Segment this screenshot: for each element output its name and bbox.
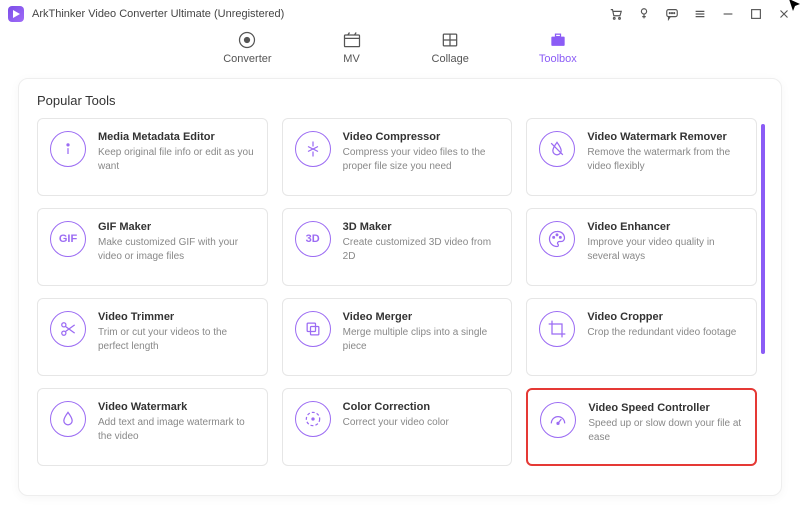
window-controls [608,6,792,22]
maximize-icon[interactable] [748,6,764,22]
gauge-icon [540,402,576,438]
tool-desc: Speed up or slow down your file at ease [588,417,743,444]
minimize-icon[interactable] [720,6,736,22]
tab-label: Toolbox [539,53,577,65]
tool-title: 3D Maker [343,221,500,233]
3d-icon: 3D [295,221,331,257]
color-wheel-icon [295,401,331,437]
section-title: Popular Tools [37,93,769,108]
tool-gif-maker[interactable]: GIF GIF Maker Make customized GIF with yo… [37,208,268,286]
tab-label: Collage [432,53,469,65]
tool-desc: Correct your video color [343,416,500,430]
tool-desc: Remove the watermark from the video flex… [587,146,744,173]
tab-label: MV [343,53,360,65]
tab-label: Converter [223,53,271,65]
feedback-icon[interactable] [664,6,680,22]
tool-desc: Make customized GIF with your video or i… [98,236,255,263]
scrollbar[interactable] [761,124,765,354]
key-icon[interactable] [636,6,652,22]
titlebar: ArkThinker Video Converter Ultimate (Unr… [0,0,800,28]
cursor-icon [787,0,800,18]
tool-video-compressor[interactable]: Video Compressor Compress your video file… [282,118,513,196]
cart-icon[interactable] [608,6,624,22]
tool-title: Video Compressor [343,131,500,143]
tool-desc: Add text and image watermark to the vide… [98,416,255,443]
scissors-icon [50,311,86,347]
info-icon [50,131,86,167]
tool-media-metadata-editor[interactable]: Media Metadata Editor Keep original file … [37,118,268,196]
tool-desc: Merge multiple clips into a single piece [343,326,500,353]
tool-title: Video Watermark [98,401,255,413]
tool-desc: Crop the redundant video footage [587,326,744,340]
tool-3d-maker[interactable]: 3D 3D Maker Create customized 3D video fr… [282,208,513,286]
tool-title: Color Correction [343,401,500,413]
tool-desc: Compress your video files to the proper … [343,146,500,173]
droplet-slash-icon [539,131,575,167]
tool-video-enhancer[interactable]: Video Enhancer Improve your video quality… [526,208,757,286]
tool-video-merger[interactable]: Video Merger Merge multiple clips into a … [282,298,513,376]
palette-icon [539,221,575,257]
tool-video-trimmer[interactable]: Video Trimmer Trim or cut your videos to … [37,298,268,376]
tool-title: Video Watermark Remover [587,131,744,143]
app-logo [8,6,24,22]
tool-desc: Create customized 3D video from 2D [343,236,500,263]
window-title: ArkThinker Video Converter Ultimate (Unr… [32,8,284,20]
merge-icon [295,311,331,347]
crop-icon [539,311,575,347]
tools-panel: Popular Tools Media Metadata Editor Keep … [18,78,782,496]
tab-toolbox[interactable]: Toolbox [539,30,577,65]
tool-video-watermark-remover[interactable]: Video Watermark Remover Remove the waterm… [526,118,757,196]
tool-video-watermark[interactable]: Video Watermark Add text and image waterm… [37,388,268,466]
tool-title: Video Merger [343,311,500,323]
droplet-icon [50,401,86,437]
tool-color-correction[interactable]: Color Correction Correct your video color [282,388,513,466]
tab-converter[interactable]: Converter [223,30,271,65]
tab-mv[interactable]: MV [342,30,362,65]
tool-desc: Improve your video quality in several wa… [587,236,744,263]
tool-title: Video Speed Controller [588,402,743,414]
tool-title: Media Metadata Editor [98,131,255,143]
tab-collage[interactable]: Collage [432,30,469,65]
tool-desc: Keep original file info or edit as you w… [98,146,255,173]
main-tabs: Converter MV Collage Toolbox [0,28,800,78]
tool-desc: Trim or cut your videos to the perfect l… [98,326,255,353]
gif-icon: GIF [50,221,86,257]
tool-video-cropper[interactable]: Video Cropper Crop the redundant video fo… [526,298,757,376]
tool-title: Video Trimmer [98,311,255,323]
menu-icon[interactable] [692,6,708,22]
tools-grid: Media Metadata Editor Keep original file … [37,118,757,466]
tool-title: GIF Maker [98,221,255,233]
compress-icon [295,131,331,167]
tool-title: Video Enhancer [587,221,744,233]
tool-title: Video Cropper [587,311,744,323]
tool-video-speed-controller[interactable]: Video Speed Controller Speed up or slow d… [526,388,757,466]
